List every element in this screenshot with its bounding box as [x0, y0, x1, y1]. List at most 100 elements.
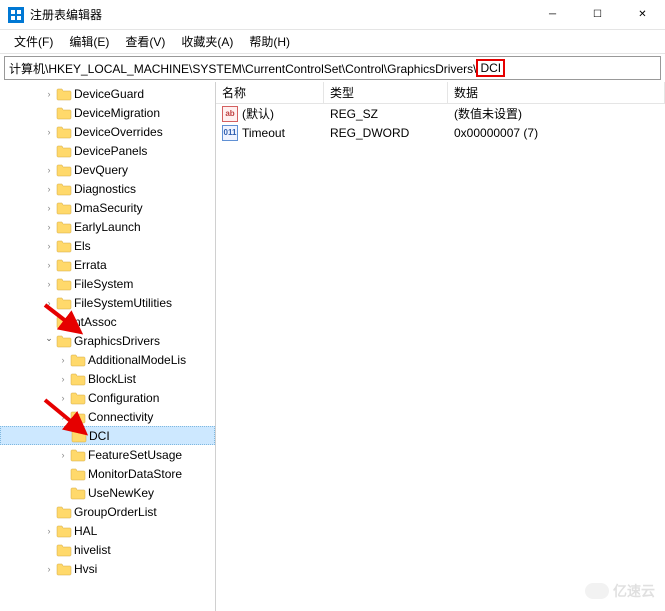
chevron-right-icon[interactable]: ›	[42, 220, 56, 234]
window-title: 注册表编辑器	[30, 6, 530, 23]
titlebar: 注册表编辑器 ─ ☐ ✕	[0, 0, 665, 30]
folder-icon	[56, 87, 72, 101]
tree-item-label: Configuration	[88, 391, 159, 405]
tree-item-monitordatastore[interactable]: MonitorDataStore	[0, 464, 215, 483]
tree-item-errata[interactable]: › Errata	[0, 255, 215, 274]
tree-item-devicepanels[interactable]: DevicePanels	[0, 141, 215, 160]
folder-icon	[70, 353, 86, 367]
tree-item-configuration[interactable]: › Configuration	[0, 388, 215, 407]
value-type: REG_SZ	[324, 107, 448, 121]
folder-icon	[70, 486, 86, 500]
header-name[interactable]: 名称	[216, 82, 324, 103]
folder-icon	[56, 144, 72, 158]
folder-icon	[56, 201, 72, 215]
folder-icon	[56, 296, 72, 310]
tree-item-label: FileSystem	[74, 277, 133, 291]
tree-item-blocklist[interactable]: ›BlockList	[0, 369, 215, 388]
maximize-button[interactable]: ☐	[575, 0, 620, 30]
value-row[interactable]: ab(默认)REG_SZ(数值未设置)	[216, 104, 665, 123]
tree-item-dci[interactable]: DCI	[0, 426, 215, 445]
tree-item-ntassoc[interactable]: ntAssoc	[0, 312, 215, 331]
tree-item-els[interactable]: ›Els	[0, 236, 215, 255]
folder-icon	[71, 429, 87, 443]
tree-item-label: Errata	[74, 258, 107, 272]
menubar: 文件(F) 编辑(E) 查看(V) 收藏夹(A) 帮助(H)	[0, 30, 665, 54]
tree-item-deviceguard[interactable]: ›DeviceGuard	[0, 84, 215, 103]
tree-item-label: Diagnostics	[74, 182, 136, 196]
chevron-right-icon[interactable]: ›	[42, 258, 56, 272]
value-name: (默认)	[242, 105, 274, 122]
tree-item-label: AdditionalModeLis	[88, 353, 186, 367]
tree-item-filesystem[interactable]: › FileSystem	[0, 274, 215, 293]
minimize-button[interactable]: ─	[530, 0, 575, 30]
folder-icon	[56, 106, 72, 120]
tree-item-label: MonitorDataStore	[88, 467, 182, 481]
folder-icon	[70, 372, 86, 386]
menu-file[interactable]: 文件(F)	[6, 30, 61, 53]
folder-icon	[56, 524, 72, 538]
tree-item-hal[interactable]: › HAL	[0, 521, 215, 540]
chevron-right-icon[interactable]: ›	[42, 562, 56, 576]
folder-icon	[56, 315, 72, 329]
expander-empty	[42, 315, 56, 329]
tree-item-hvsi[interactable]: ›Hvsi	[0, 559, 215, 578]
chevron-right-icon[interactable]: ›	[42, 87, 56, 101]
tree-panel[interactable]: ›DeviceGuardDeviceMigration›DeviceOverri…	[0, 82, 216, 611]
expander-empty	[42, 144, 56, 158]
chevron-right-icon[interactable]: ›	[42, 163, 56, 177]
tree-item-earlylaunch[interactable]: ›EarlyLaunch	[0, 217, 215, 236]
address-highlight: DCI	[476, 59, 505, 77]
menu-view[interactable]: 查看(V)	[117, 30, 173, 53]
tree-item-label: GraphicsDrivers	[74, 334, 160, 348]
header-data[interactable]: 数据	[448, 82, 665, 103]
tree-item-usenewkey[interactable]: UseNewKey	[0, 483, 215, 502]
chevron-right-icon[interactable]: ›	[42, 296, 56, 310]
tree-item-hivelist[interactable]: hivelist	[0, 540, 215, 559]
value-row[interactable]: 011TimeoutREG_DWORD0x00000007 (7)	[216, 123, 665, 142]
folder-icon	[56, 182, 72, 196]
tree-item-devicemigration[interactable]: DeviceMigration	[0, 103, 215, 122]
value-data: 0x00000007 (7)	[448, 126, 665, 140]
tree-item-label: DCI	[89, 429, 110, 443]
menu-edit[interactable]: 编辑(E)	[61, 30, 117, 53]
chevron-right-icon[interactable]: ›	[42, 524, 56, 538]
tree-item-filesystemutilities[interactable]: ›FileSystemUtilities	[0, 293, 215, 312]
chevron-right-icon[interactable]: ›	[56, 372, 70, 386]
values-header: 名称 类型 数据	[216, 82, 665, 104]
tree-item-label: HAL	[74, 524, 97, 538]
folder-icon	[56, 277, 72, 291]
folder-icon	[56, 334, 72, 348]
chevron-right-icon[interactable]: ›	[42, 201, 56, 215]
app-icon	[8, 7, 24, 23]
chevron-right-icon[interactable]: ›	[56, 391, 70, 405]
header-type[interactable]: 类型	[324, 82, 448, 103]
menu-help[interactable]: 帮助(H)	[241, 30, 298, 53]
chevron-right-icon[interactable]: ›	[42, 277, 56, 291]
chevron-right-icon[interactable]: ›	[42, 182, 56, 196]
value-data: (数值未设置)	[448, 105, 665, 122]
expander-empty	[42, 543, 56, 557]
chevron-down-icon[interactable]: ⌄	[42, 332, 56, 346]
chevron-right-icon[interactable]: ›	[42, 239, 56, 253]
tree-item-connectivity[interactable]: ›Connectivity	[0, 407, 215, 426]
chevron-right-icon[interactable]: ›	[42, 125, 56, 139]
folder-icon	[70, 410, 86, 424]
value-name: Timeout	[242, 126, 285, 140]
tree-item-devquery[interactable]: ›DevQuery	[0, 160, 215, 179]
close-button[interactable]: ✕	[620, 0, 665, 30]
tree-item-diagnostics[interactable]: › Diagnostics	[0, 179, 215, 198]
folder-icon	[56, 258, 72, 272]
tree-item-label: UseNewKey	[88, 486, 154, 500]
tree-item-deviceoverrides[interactable]: ›DeviceOverrides	[0, 122, 215, 141]
folder-icon	[56, 562, 72, 576]
menu-favorites[interactable]: 收藏夹(A)	[173, 30, 241, 53]
tree-item-grouporderlist[interactable]: GroupOrderList	[0, 502, 215, 521]
tree-item-graphicsdrivers[interactable]: ⌄ GraphicsDrivers	[0, 331, 215, 350]
tree-item-dmasecurity[interactable]: ›DmaSecurity	[0, 198, 215, 217]
tree-item-featuresetusage[interactable]: ›FeatureSetUsage	[0, 445, 215, 464]
chevron-right-icon[interactable]: ›	[56, 410, 70, 424]
tree-item-additionalmodelis[interactable]: › AdditionalModeLis	[0, 350, 215, 369]
address-bar[interactable]: 计算机\HKEY_LOCAL_MACHINE\SYSTEM\CurrentCon…	[4, 56, 661, 80]
chevron-right-icon[interactable]: ›	[56, 448, 70, 462]
chevron-right-icon[interactable]: ›	[56, 353, 70, 367]
